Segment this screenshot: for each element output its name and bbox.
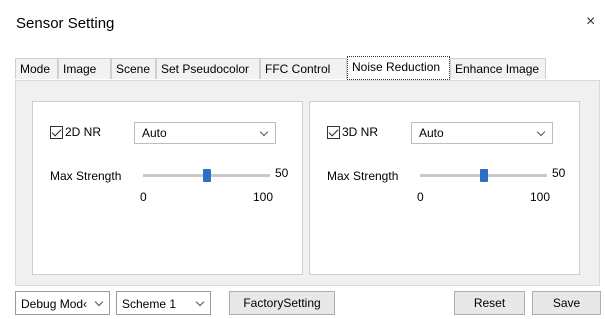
chevron-down-icon	[536, 127, 546, 137]
nr-3d-checkbox[interactable]	[327, 126, 340, 139]
nr-3d-value: 50	[552, 166, 566, 180]
nr-3d-group: 3D NR Auto Max Strength 50 0 100	[309, 101, 580, 275]
chevron-down-icon	[195, 297, 205, 307]
nr-2d-max: 100	[253, 190, 274, 204]
tab-scene[interactable]: Scene	[111, 58, 156, 79]
nr-3d-mode-select[interactable]: Auto	[411, 122, 553, 144]
chevron-down-icon	[259, 127, 269, 137]
tab-mode[interactable]: Mode	[15, 58, 58, 79]
nr-2d-value: 50	[275, 166, 289, 180]
nr-2d-slider-thumb[interactable]	[203, 169, 211, 182]
nr-2d-label: 2D NR	[65, 125, 102, 139]
nr-3d-label: 3D NR	[342, 125, 379, 139]
tab-set-pseudocolor[interactable]: Set Pseudocolor	[156, 58, 260, 79]
debug-mode-value: Debug Mod‹	[21, 297, 88, 311]
tab-enhance-image[interactable]: Enhance Image	[450, 58, 546, 79]
tab-image[interactable]: Image	[58, 58, 111, 79]
nr-2d-min: 0	[140, 190, 147, 204]
nr-2d-mode-select[interactable]: Auto	[134, 122, 276, 144]
chevron-down-icon	[94, 297, 104, 307]
scheme-value: Scheme 1	[122, 297, 177, 311]
window-title: Sensor Setting	[16, 15, 115, 32]
debug-mode-select[interactable]: Debug Mod‹	[15, 291, 110, 315]
nr-3d-min: 0	[417, 190, 424, 204]
noise-reduction-panel: 2D NR Auto Max Strength 50 0 100 3D NR A…	[15, 80, 600, 286]
reset-button[interactable]: Reset	[454, 291, 525, 315]
nr-2d-checkbox[interactable]	[50, 126, 63, 139]
nr-3d-slider-thumb[interactable]	[480, 169, 488, 182]
tab-ffc-control[interactable]: FFC Control	[260, 58, 347, 79]
bottom-toolbar: Debug Mod‹ Scheme 1 FactorySetting Reset…	[0, 286, 605, 319]
save-button[interactable]: Save	[532, 291, 601, 315]
nr-3d-mode-value: Auto	[419, 126, 444, 140]
nr-3d-max: 100	[530, 190, 551, 204]
nr-2d-max-strength-label: Max Strength	[50, 169, 122, 183]
nr-2d-mode-value: Auto	[142, 126, 167, 140]
tab-noise-reduction[interactable]: Noise Reduction	[347, 56, 450, 80]
scheme-select[interactable]: Scheme 1	[116, 291, 211, 315]
close-icon[interactable]: ×	[586, 13, 595, 31]
nr-3d-max-strength-label: Max Strength	[327, 169, 399, 183]
title-bar: Sensor Setting ×	[0, 0, 605, 44]
factory-setting-button[interactable]: FactorySetting	[229, 291, 335, 315]
nr-2d-group: 2D NR Auto Max Strength 50 0 100	[32, 101, 303, 275]
